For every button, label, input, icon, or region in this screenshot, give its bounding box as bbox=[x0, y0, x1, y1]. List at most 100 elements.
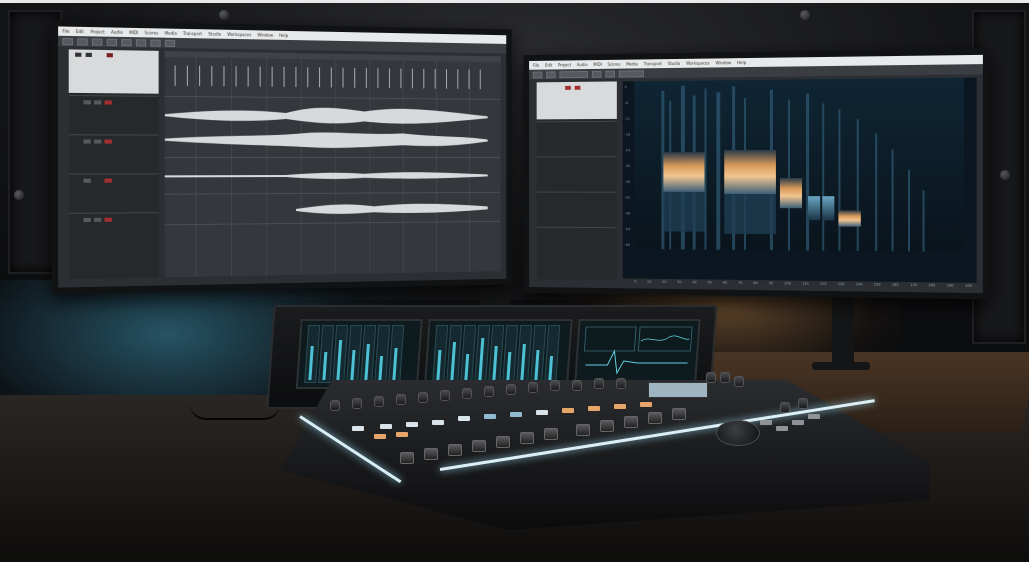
menu-item[interactable]: Audio bbox=[111, 27, 123, 36]
record-arm-button[interactable] bbox=[104, 100, 112, 105]
rotary-knob[interactable] bbox=[440, 390, 450, 401]
channel-fader[interactable] bbox=[424, 448, 438, 460]
rotary-knob[interactable] bbox=[594, 378, 604, 389]
menu-item[interactable]: MIDI bbox=[593, 60, 602, 69]
menu-item[interactable]: Edit bbox=[545, 61, 552, 70]
toolbar-button[interactable] bbox=[164, 39, 176, 47]
toolbar-button[interactable] bbox=[62, 37, 73, 45]
toolbar-button[interactable] bbox=[91, 37, 103, 46]
menu-item[interactable]: Studio bbox=[668, 59, 680, 68]
rotary-knob[interactable] bbox=[572, 380, 582, 391]
track-header[interactable] bbox=[536, 120, 617, 156]
toolbar-button[interactable] bbox=[121, 38, 132, 46]
menu-item[interactable]: Transport bbox=[183, 29, 202, 39]
channel-button[interactable] bbox=[536, 410, 548, 415]
track-header[interactable] bbox=[68, 134, 159, 173]
rotary-knob[interactable] bbox=[550, 380, 560, 391]
mute-button[interactable] bbox=[83, 100, 91, 105]
rotary-knob[interactable] bbox=[706, 372, 716, 383]
menu-item[interactable]: File bbox=[62, 27, 69, 36]
toolbar-button[interactable] bbox=[532, 71, 543, 78]
rotary-knob[interactable] bbox=[734, 376, 744, 387]
channel-fader[interactable] bbox=[672, 408, 686, 420]
rotary-knob[interactable] bbox=[352, 398, 362, 409]
rotary-knob[interactable] bbox=[462, 388, 472, 399]
rotary-knob[interactable] bbox=[418, 392, 428, 403]
menu-item[interactable]: Project bbox=[558, 60, 571, 69]
menu-item[interactable]: MIDI bbox=[129, 28, 138, 37]
channel-fader[interactable] bbox=[472, 440, 486, 452]
transport-button[interactable] bbox=[760, 420, 772, 425]
record-arm-button[interactable] bbox=[104, 217, 112, 222]
menu-item[interactable]: Scores bbox=[608, 60, 621, 69]
channel-button[interactable] bbox=[352, 426, 364, 431]
menu-item[interactable]: Workspaces bbox=[227, 30, 251, 40]
solo-button[interactable] bbox=[94, 100, 102, 105]
record-arm-button[interactable] bbox=[574, 85, 581, 90]
toolbar-button[interactable] bbox=[591, 70, 602, 78]
rotary-knob[interactable] bbox=[528, 382, 538, 393]
toolbar-button[interactable] bbox=[559, 70, 589, 78]
mute-button[interactable] bbox=[83, 217, 91, 223]
menu-item[interactable]: Window bbox=[716, 58, 732, 67]
rotary-knob[interactable] bbox=[484, 386, 494, 397]
arrangement-view[interactable] bbox=[164, 50, 501, 278]
menu-item[interactable]: Help bbox=[737, 58, 746, 67]
menu-item[interactable]: Media bbox=[165, 29, 177, 38]
track-header[interactable] bbox=[536, 156, 617, 191]
menu-item[interactable]: Edit bbox=[76, 27, 84, 36]
record-arm-button[interactable] bbox=[565, 85, 571, 90]
selected-track-header[interactable] bbox=[68, 49, 159, 94]
rotary-knob[interactable] bbox=[374, 396, 384, 407]
track-header[interactable] bbox=[68, 212, 159, 252]
toolbar-button[interactable] bbox=[546, 70, 556, 78]
track-header[interactable] bbox=[68, 173, 159, 212]
rotary-knob[interactable] bbox=[798, 398, 808, 409]
menu-item[interactable]: Scores bbox=[145, 28, 159, 37]
rotary-knob[interactable] bbox=[506, 384, 516, 395]
mute-button[interactable] bbox=[83, 139, 91, 144]
channel-button[interactable] bbox=[458, 416, 470, 421]
menu-item[interactable]: Workspaces bbox=[686, 59, 710, 68]
selected-track-header[interactable] bbox=[536, 81, 617, 120]
mute-button[interactable] bbox=[83, 178, 91, 183]
record-arm-button[interactable] bbox=[104, 178, 112, 183]
record-arm-button[interactable] bbox=[106, 53, 113, 58]
spectrogram-view[interactable]: 0 -6 -12 -18 -24 -30 -36 -42 -48 -54 -60 bbox=[622, 77, 977, 283]
channel-button[interactable] bbox=[614, 404, 626, 409]
channel-button[interactable] bbox=[588, 406, 600, 411]
solo-button[interactable] bbox=[94, 139, 102, 144]
channel-fader[interactable] bbox=[448, 444, 462, 456]
rotary-knob[interactable] bbox=[396, 394, 406, 405]
menu-item[interactable]: Studio bbox=[208, 29, 221, 38]
channel-fader[interactable] bbox=[544, 428, 558, 440]
toolbar-button[interactable] bbox=[618, 69, 644, 78]
toolbar-button[interactable] bbox=[150, 38, 161, 47]
transport-button[interactable] bbox=[776, 426, 788, 431]
track-header[interactable] bbox=[68, 94, 159, 134]
rotary-knob[interactable] bbox=[780, 402, 790, 413]
solo-button[interactable] bbox=[94, 217, 102, 222]
transport-button[interactable] bbox=[792, 420, 804, 425]
rotary-knob[interactable] bbox=[720, 372, 730, 383]
toolbar-button[interactable] bbox=[605, 70, 615, 78]
channel-button[interactable] bbox=[562, 408, 574, 413]
menu-item[interactable]: Audio bbox=[577, 60, 588, 69]
rotary-knob[interactable] bbox=[616, 378, 626, 389]
menu-item[interactable]: Transport bbox=[644, 59, 662, 68]
channel-fader[interactable] bbox=[520, 432, 534, 444]
menu-item[interactable]: Media bbox=[626, 60, 638, 69]
jog-wheel[interactable] bbox=[716, 420, 760, 446]
toolbar-button[interactable] bbox=[77, 37, 88, 46]
channel-button[interactable] bbox=[484, 414, 496, 419]
channel-button[interactable] bbox=[396, 432, 408, 437]
menu-item[interactable]: File bbox=[533, 61, 539, 70]
rotary-knob[interactable] bbox=[330, 400, 340, 411]
channel-fader[interactable] bbox=[400, 452, 414, 464]
channel-fader[interactable] bbox=[496, 436, 510, 448]
transport-button[interactable] bbox=[808, 414, 820, 419]
channel-fader[interactable] bbox=[576, 424, 590, 436]
record-button[interactable] bbox=[75, 52, 82, 57]
channel-fader[interactable] bbox=[600, 420, 614, 432]
channel-button[interactable] bbox=[406, 422, 418, 427]
